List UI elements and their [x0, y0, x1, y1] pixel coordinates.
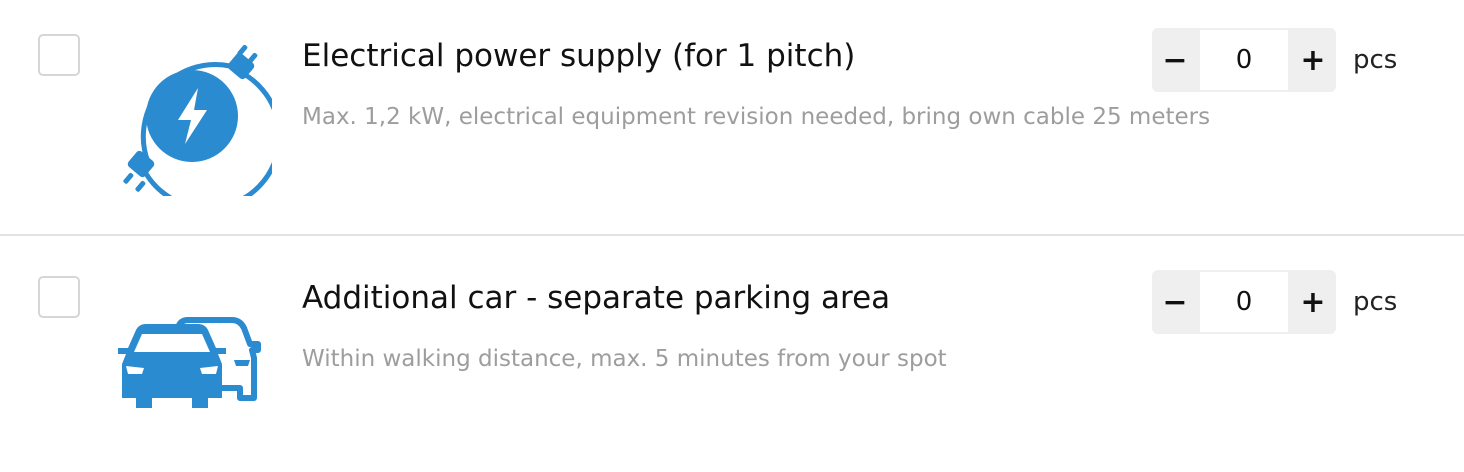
decrement-button[interactable]: −: [1152, 28, 1198, 92]
extras-list: Electrical power supply (for 1 pitch) Ma…: [0, 0, 1464, 472]
quantity-input[interactable]: [1200, 30, 1288, 90]
quantity-input[interactable]: [1200, 272, 1288, 332]
item-title: Additional car - separate parking area: [302, 280, 891, 316]
item-description: Max. 1,2 kW, electrical equipment revisi…: [302, 104, 1211, 130]
increment-button[interactable]: +: [1290, 28, 1336, 92]
decrement-button[interactable]: −: [1152, 270, 1198, 334]
electric-plug-bolt-icon: [123, 44, 272, 196]
two-cars-icon: [118, 317, 261, 408]
item-description: Within walking distance, max. 5 minutes …: [302, 346, 947, 372]
item-checkbox[interactable]: [38, 276, 80, 318]
extra-item-electricity: Electrical power supply (for 1 pitch) Ma…: [0, 0, 1464, 236]
item-title: Electrical power supply (for 1 pitch): [302, 38, 856, 74]
quantity-stepper: − +: [1152, 270, 1336, 334]
quantity-stepper: − +: [1152, 28, 1336, 92]
increment-button[interactable]: +: [1290, 270, 1336, 334]
extra-item-additional-car: Additional car - separate parking area W…: [0, 236, 1464, 472]
unit-label: pcs: [1353, 45, 1398, 75]
unit-label: pcs: [1353, 287, 1398, 317]
item-checkbox[interactable]: [38, 34, 80, 76]
